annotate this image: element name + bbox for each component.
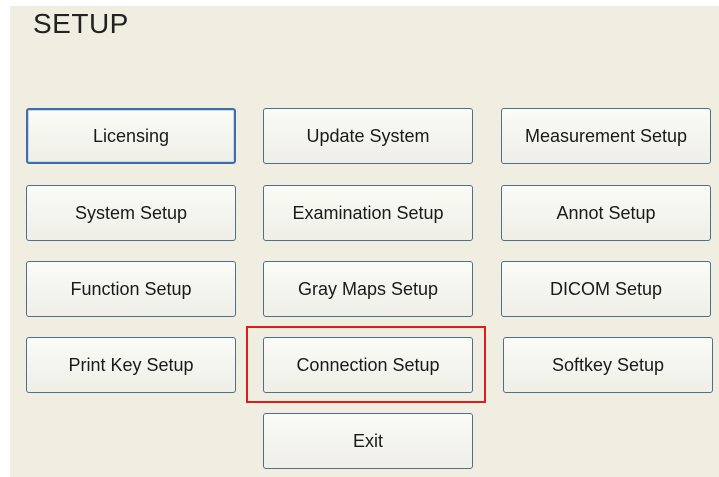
annot-setup-button[interactable]: Annot Setup (501, 185, 711, 241)
measurement-setup-button[interactable]: Measurement Setup (501, 108, 711, 164)
print-key-setup-button[interactable]: Print Key Setup (26, 337, 236, 393)
connection-setup-button[interactable]: Connection Setup (263, 337, 473, 393)
softkey-setup-button[interactable]: Softkey Setup (503, 337, 713, 393)
update-system-button[interactable]: Update System (263, 108, 473, 164)
page-title: SETUP (33, 8, 129, 39)
function-setup-button[interactable]: Function Setup (26, 261, 236, 317)
dicom-setup-button[interactable]: DICOM Setup (501, 261, 711, 317)
licensing-button[interactable]: Licensing (26, 108, 236, 164)
system-setup-button[interactable]: System Setup (26, 185, 236, 241)
exit-button[interactable]: Exit (263, 413, 473, 469)
examination-setup-button[interactable]: Examination Setup (263, 185, 473, 241)
gray-maps-setup-button[interactable]: Gray Maps Setup (263, 261, 473, 317)
setup-panel (10, 6, 719, 477)
